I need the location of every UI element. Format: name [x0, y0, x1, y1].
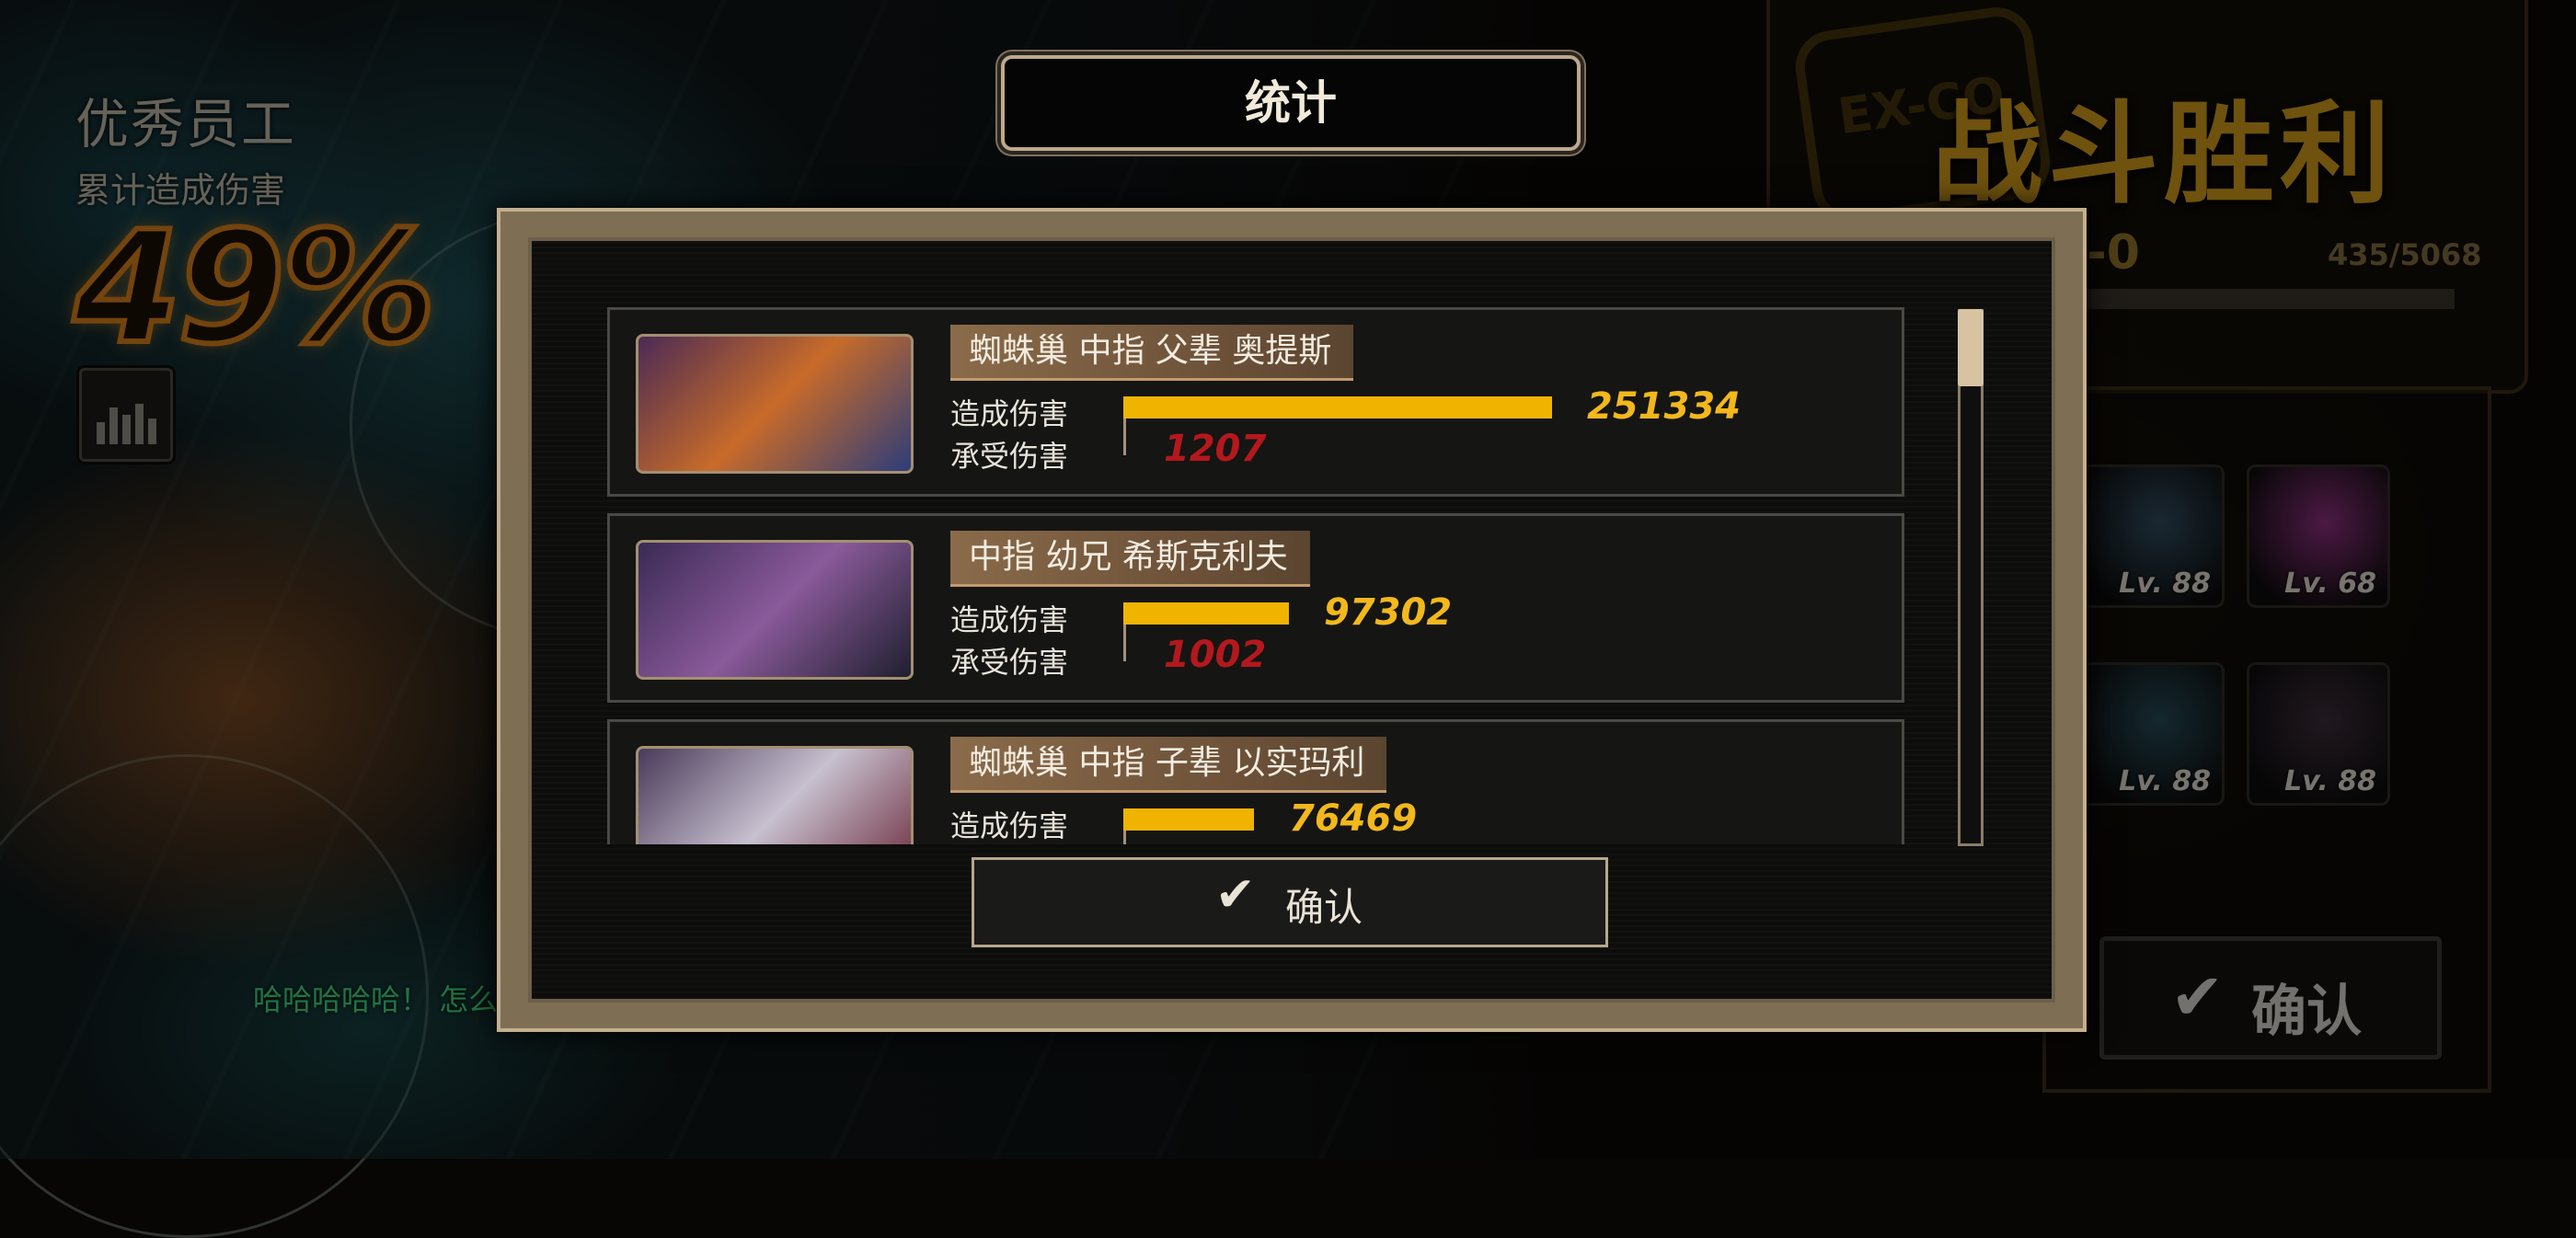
damage-dealt-label: 造成伤害: [950, 602, 1069, 637]
character-name: 蜘蛛巢 中指 子辈 以实玛利: [950, 737, 1387, 793]
modal-confirm-label: 确认: [1285, 885, 1363, 930]
damage-dealt-value: 76469: [1289, 797, 1418, 840]
character-name: 中指 幼兄 希斯克利夫: [950, 531, 1310, 587]
damage-dealt-value: 251334: [1587, 385, 1741, 428]
damage-taken-value: 1002: [1164, 634, 1267, 676]
damage-taken-value: 1207: [1164, 428, 1267, 470]
character-portrait: [636, 540, 914, 680]
scrollbar-thumb[interactable]: [1958, 309, 1984, 386]
character-name: 蜘蛛巢 中指 父辈 奥提斯: [950, 325, 1354, 381]
damage-taken-label: 承受伤害: [950, 439, 1069, 474]
damage-dealt-label: 造成伤害: [950, 396, 1069, 431]
stats-list[interactable]: 蜘蛛巢 中指 父辈 奥提斯 造成伤害 承受伤害 251334 1207 中指 幼…: [607, 302, 1904, 844]
damage-dealt-bar: [1123, 602, 1289, 625]
modal-title: 统计: [1245, 76, 1337, 130]
damage-dealt-bar: [1123, 808, 1254, 831]
modal-confirm-button[interactable]: ✔ 确认: [972, 857, 1608, 947]
character-portrait: [636, 334, 914, 474]
stats-card: 蜘蛛巢 中指 子辈 以实玛利 造成伤害 承受伤害 76469: [607, 719, 1904, 844]
stats-card: 蜘蛛巢 中指 父辈 奥提斯 造成伤害 承受伤害 251334 1207: [607, 307, 1904, 497]
modal-title-plate: 统计: [1001, 55, 1581, 151]
character-portrait: [636, 746, 914, 844]
scrollbar-track[interactable]: [1958, 309, 1984, 846]
damage-dealt-value: 97302: [1324, 591, 1453, 634]
check-icon: ✔: [1215, 867, 1256, 923]
damage-dealt-label: 造成伤害: [950, 808, 1069, 843]
damage-dealt-bar: [1123, 396, 1552, 418]
stats-card: 中指 幼兄 希斯克利夫 造成伤害 承受伤害 97302 1002: [607, 513, 1904, 703]
damage-taken-label: 承受伤害: [950, 645, 1069, 680]
